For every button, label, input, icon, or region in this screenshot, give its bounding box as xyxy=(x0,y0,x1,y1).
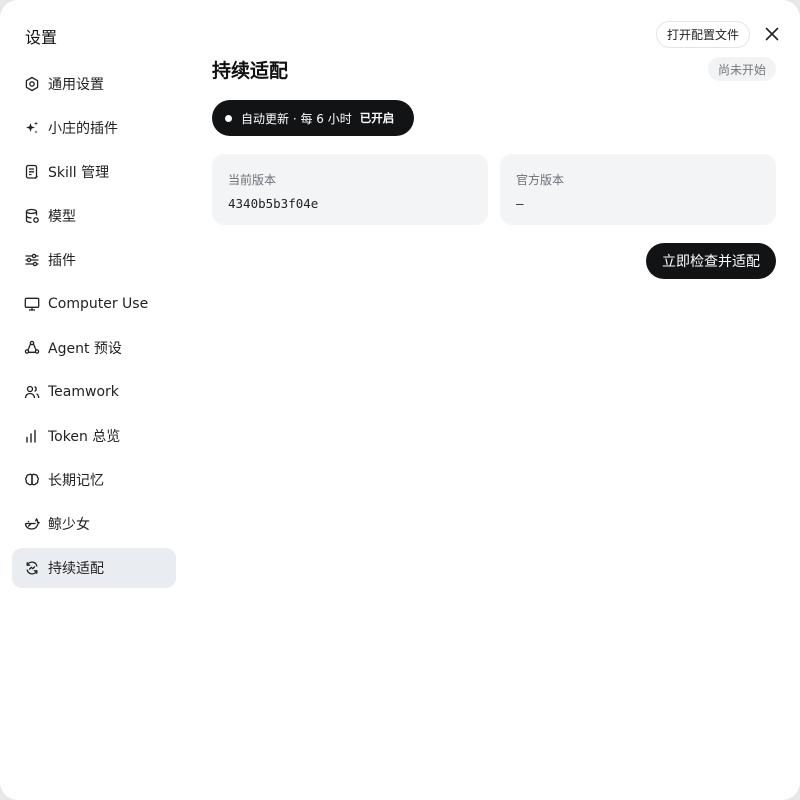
whale-icon xyxy=(24,516,40,532)
close-button[interactable] xyxy=(762,24,782,44)
sidebar-item-whale-girl[interactable]: 鲸少女 xyxy=(12,504,176,544)
official-version-value: — xyxy=(516,196,524,211)
sidebar-item-models[interactable]: 模型 xyxy=(12,196,176,236)
sidebar-item-label: 小庄的插件 xyxy=(48,121,118,137)
auto-update-state: 已开启 xyxy=(359,111,395,125)
open-config-file-button[interactable]: 打开配置文件 xyxy=(656,21,750,48)
status-dot-icon xyxy=(225,114,232,122)
sidebar-item-label: Teamwork xyxy=(48,384,119,400)
users-icon xyxy=(24,384,40,400)
official-version-label: 官方版本 xyxy=(516,173,565,187)
sidebar-item-long-term-memory[interactable]: 长期记忆 xyxy=(12,460,176,500)
sidebar-item-skill[interactable]: Skill 管理 xyxy=(12,152,176,192)
sidebar-item-label: Computer Use xyxy=(48,296,149,312)
auto-update-label: 自动更新 · 每 6 小时 xyxy=(241,111,352,126)
sidebar-item-token-overview[interactable]: Token 总览 xyxy=(12,416,176,456)
sidebar-item-label: 通用设置 xyxy=(48,77,104,93)
sliders-icon xyxy=(24,252,40,268)
sidebar-item-label: 插件 xyxy=(48,253,76,269)
page-title: 持续适配 xyxy=(212,60,289,82)
sidebar-title: 设置 xyxy=(25,28,58,47)
sidebar-item-label: 持续适配 xyxy=(48,561,104,577)
settings-window: 设置 通用设置 小庄的插件 Skill 管理 模型 插件 Computer Us… xyxy=(0,0,800,800)
sidebar-nav: 通用设置 小庄的插件 Skill 管理 模型 插件 Computer Use A… xyxy=(12,64,176,592)
close-icon xyxy=(765,27,779,41)
document-icon xyxy=(24,164,40,180)
sidebar-item-agent-preset[interactable]: Agent 预设 xyxy=(12,328,176,368)
sidebar-item-teamwork[interactable]: Teamwork xyxy=(12,372,176,412)
check-and-adapt-button[interactable]: 立即检查并适配 xyxy=(646,243,776,279)
official-version-card: 官方版本 — xyxy=(500,154,776,225)
auto-update-toggle[interactable]: 自动更新 · 每 6 小时 已开启 xyxy=(212,100,414,136)
sparkle-icon xyxy=(24,120,40,136)
sidebar-item-computer-use[interactable]: Computer Use xyxy=(12,284,176,324)
brain-icon xyxy=(24,472,40,488)
monitor-icon xyxy=(24,296,40,312)
sidebar-item-label: 鲸少女 xyxy=(48,517,90,533)
agent-cycle-icon xyxy=(24,340,40,356)
gear-icon xyxy=(24,76,40,92)
sidebar-item-my-plugins[interactable]: 小庄的插件 xyxy=(12,108,176,148)
current-version-card: 当前版本 4340b5b3f04e xyxy=(212,154,488,225)
sidebar-item-label: 模型 xyxy=(48,209,76,225)
sidebar-item-continuous-adaptation[interactable]: 持续适配 xyxy=(12,548,176,588)
status-badge: 尚未开始 xyxy=(708,57,776,81)
sidebar-item-label: 长期记忆 xyxy=(48,473,104,489)
current-version-value: 4340b5b3f04e xyxy=(228,196,319,211)
bar-chart-icon xyxy=(24,428,40,444)
sync-icon xyxy=(24,560,40,576)
sidebar-item-label: Skill 管理 xyxy=(48,165,110,181)
sidebar-item-plugins[interactable]: 插件 xyxy=(12,240,176,280)
sidebar-item-label: Agent 预设 xyxy=(48,341,122,357)
sidebar-item-label: Token 总览 xyxy=(48,429,121,445)
sidebar-item-general[interactable]: 通用设置 xyxy=(12,64,176,104)
current-version-label: 当前版本 xyxy=(228,173,277,187)
database-icon xyxy=(24,208,40,224)
